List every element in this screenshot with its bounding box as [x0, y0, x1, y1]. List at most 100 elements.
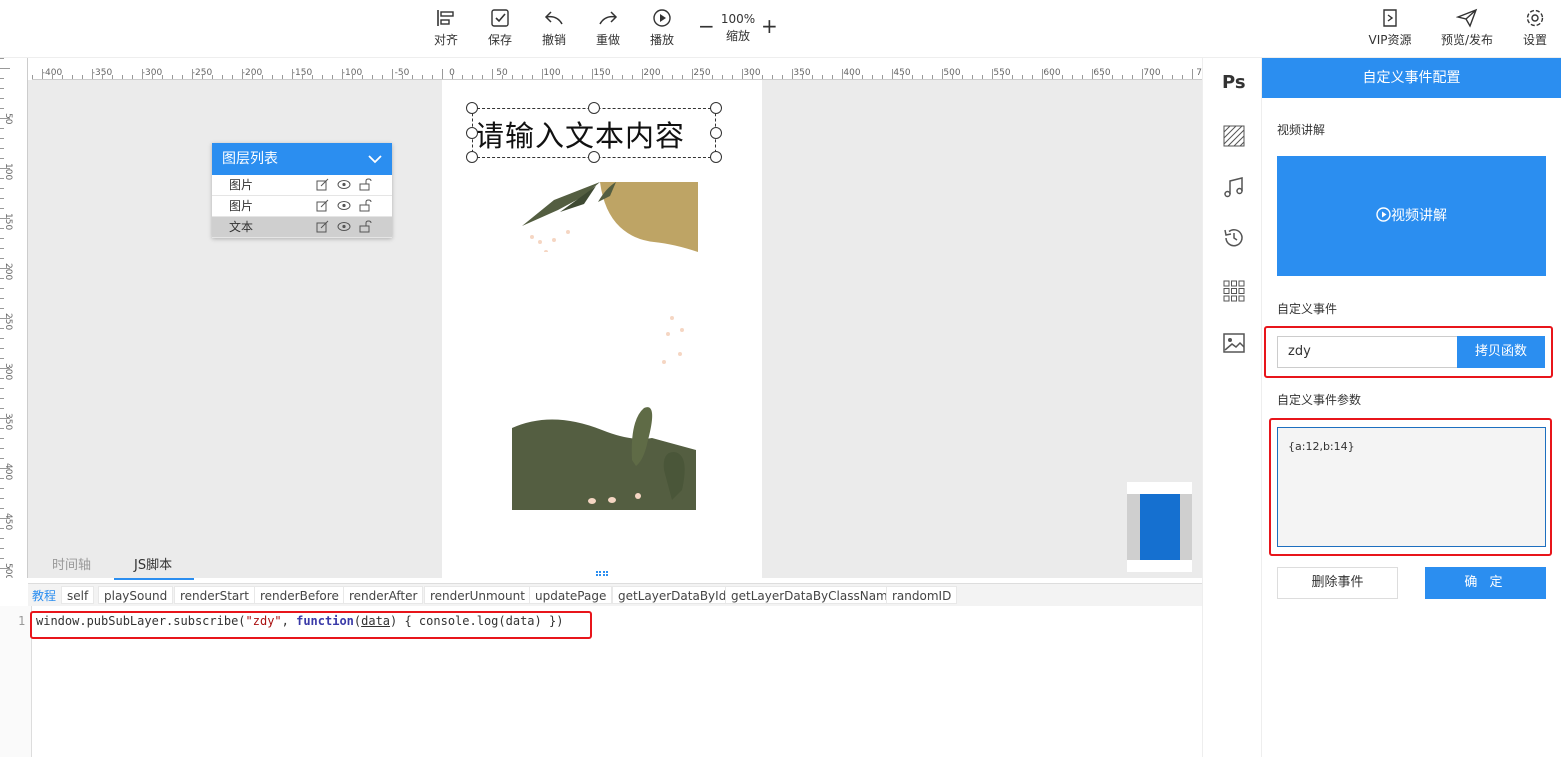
ruler-tick	[112, 75, 113, 79]
snippet-bar: 教程 self playSound renderStart renderBefo…	[28, 583, 1202, 606]
unlock-icon[interactable]	[359, 178, 372, 191]
redo-button[interactable]: 重做	[586, 8, 630, 48]
layer-panel-header[interactable]: 图层列表	[212, 143, 392, 175]
canvas-resize-grip[interactable]	[596, 571, 608, 576]
resize-handle-bl[interactable]	[466, 151, 478, 163]
resize-handle-top[interactable]	[588, 102, 600, 114]
ruler-tick	[0, 58, 4, 59]
ruler-tick	[992, 69, 993, 79]
snippet-randomid[interactable]: randomID	[886, 586, 958, 604]
layer-row[interactable]: 图片	[212, 175, 392, 196]
tutorial-link[interactable]: 教程	[32, 587, 56, 604]
zoom-in-button[interactable]: +	[761, 14, 778, 38]
ruler-tick	[142, 69, 143, 79]
ruler-tick	[342, 69, 343, 79]
ruler-tick	[1132, 75, 1133, 79]
resize-handle-tl[interactable]	[466, 102, 478, 114]
eye-icon[interactable]	[337, 178, 351, 191]
layer-row-selected[interactable]: 文本	[212, 217, 392, 238]
align-button[interactable]: 对齐	[424, 8, 468, 48]
ruler-tick	[732, 75, 733, 79]
tab-timeline[interactable]: 时间轴	[52, 554, 91, 573]
ruler-tick	[0, 498, 4, 499]
settings-label: 设置	[1522, 33, 1547, 47]
ruler-tick	[0, 278, 4, 279]
ruler-tick	[1072, 75, 1073, 79]
ruler-tick	[982, 75, 983, 79]
settings-button[interactable]: 设置	[1513, 8, 1557, 48]
tab-js-script[interactable]: JS脚本	[134, 554, 172, 573]
zoom-out-button[interactable]: −	[698, 14, 715, 38]
snippet-renderafter[interactable]: renderAfter	[343, 586, 424, 604]
play-icon	[653, 9, 671, 27]
ruler-tick	[1062, 75, 1063, 79]
ruler-tick	[862, 75, 863, 79]
eye-icon[interactable]	[337, 220, 351, 233]
edit-icon[interactable]	[316, 220, 329, 233]
resize-handle-bottom[interactable]	[588, 151, 600, 163]
ruler-tick	[1032, 75, 1033, 79]
ruler-tick	[1052, 75, 1053, 79]
snippet-updatepage[interactable]: updatePage	[529, 586, 613, 604]
ruler-tick	[682, 75, 683, 79]
resize-handle-br[interactable]	[710, 151, 722, 163]
snippet-renderstart[interactable]: renderStart	[174, 586, 255, 604]
edit-icon[interactable]	[316, 178, 329, 191]
undo-button[interactable]: 撤销	[532, 8, 576, 48]
ruler-tick	[0, 258, 4, 259]
photoshop-icon[interactable]: Ps	[1222, 72, 1246, 93]
minimap-viewport[interactable]	[1140, 494, 1180, 560]
text-layer[interactable]: 请输入文本内容	[475, 113, 715, 155]
eye-icon[interactable]	[337, 199, 351, 212]
texture-icon[interactable]	[1222, 124, 1246, 148]
ruler-tick	[0, 328, 4, 329]
unlock-icon[interactable]	[359, 199, 372, 212]
history-icon[interactable]	[1222, 226, 1246, 250]
snippet-renderbefore[interactable]: renderBefore	[254, 586, 345, 604]
confirm-button[interactable]: 确 定	[1425, 567, 1546, 599]
preview-publish-button[interactable]: 预览/发布	[1436, 8, 1498, 48]
ruler-tick	[0, 548, 4, 549]
delete-event-button[interactable]: 删除事件	[1277, 567, 1398, 599]
save-button[interactable]: 保存	[478, 8, 522, 48]
horizontal-ruler: -400 -350 -300 -250 -200 -150 -100 -50 0 50 100 150…	[32, 58, 1202, 80]
minimap[interactable]	[1127, 482, 1192, 572]
vip-resources-button[interactable]: VIP资源	[1365, 8, 1415, 48]
ruler-tick	[812, 75, 813, 79]
resize-handle-left[interactable]	[466, 127, 478, 139]
event-highlight-box	[1264, 326, 1553, 378]
event-params-label: 自定义事件参数	[1277, 393, 1362, 407]
custom-event-label: 自定义事件	[1277, 302, 1338, 316]
grid-icon[interactable]	[1222, 279, 1246, 303]
ruler-tick	[222, 75, 223, 79]
ruler-tick	[512, 75, 513, 79]
snippet-renderunmount[interactable]: renderUnmount	[424, 586, 531, 604]
edit-icon[interactable]	[316, 199, 329, 212]
music-icon[interactable]	[1222, 176, 1246, 200]
top-decoration-image[interactable]	[514, 182, 698, 252]
snippet-getlayerdatabyid[interactable]: getLayerDataById	[612, 586, 733, 604]
unlock-icon[interactable]	[359, 220, 372, 233]
vip-icon	[1383, 9, 1397, 27]
redo-icon	[599, 11, 618, 25]
chevron-down-icon[interactable]	[368, 154, 382, 164]
play-button[interactable]: 播放	[640, 8, 684, 48]
ruler-tick	[422, 75, 423, 79]
ruler-tick	[0, 308, 4, 309]
ruler-tick-label: 400	[3, 463, 13, 481]
ruler-tick	[752, 75, 753, 79]
image-icon[interactable]	[1222, 331, 1246, 355]
bottom-decoration-image[interactable]	[512, 400, 702, 510]
resize-handle-tr[interactable]	[710, 102, 722, 114]
snippet-self[interactable]: self	[61, 586, 95, 604]
ruler-tick	[452, 75, 453, 79]
video-tutorial-button[interactable]: 视频讲解	[1277, 156, 1546, 276]
ruler-tick	[642, 69, 643, 79]
vertical-ruler: 50100150200250300350400450500	[0, 58, 28, 578]
snippet-getlayerdatabyclassname[interactable]: getLayerDataByClassName	[725, 586, 902, 604]
layer-row[interactable]: 图片	[212, 196, 392, 217]
snippet-playsound[interactable]: playSound	[98, 586, 174, 604]
ruler-tick	[972, 75, 973, 79]
resize-handle-right[interactable]	[710, 127, 722, 139]
ruler-tick	[302, 75, 303, 79]
